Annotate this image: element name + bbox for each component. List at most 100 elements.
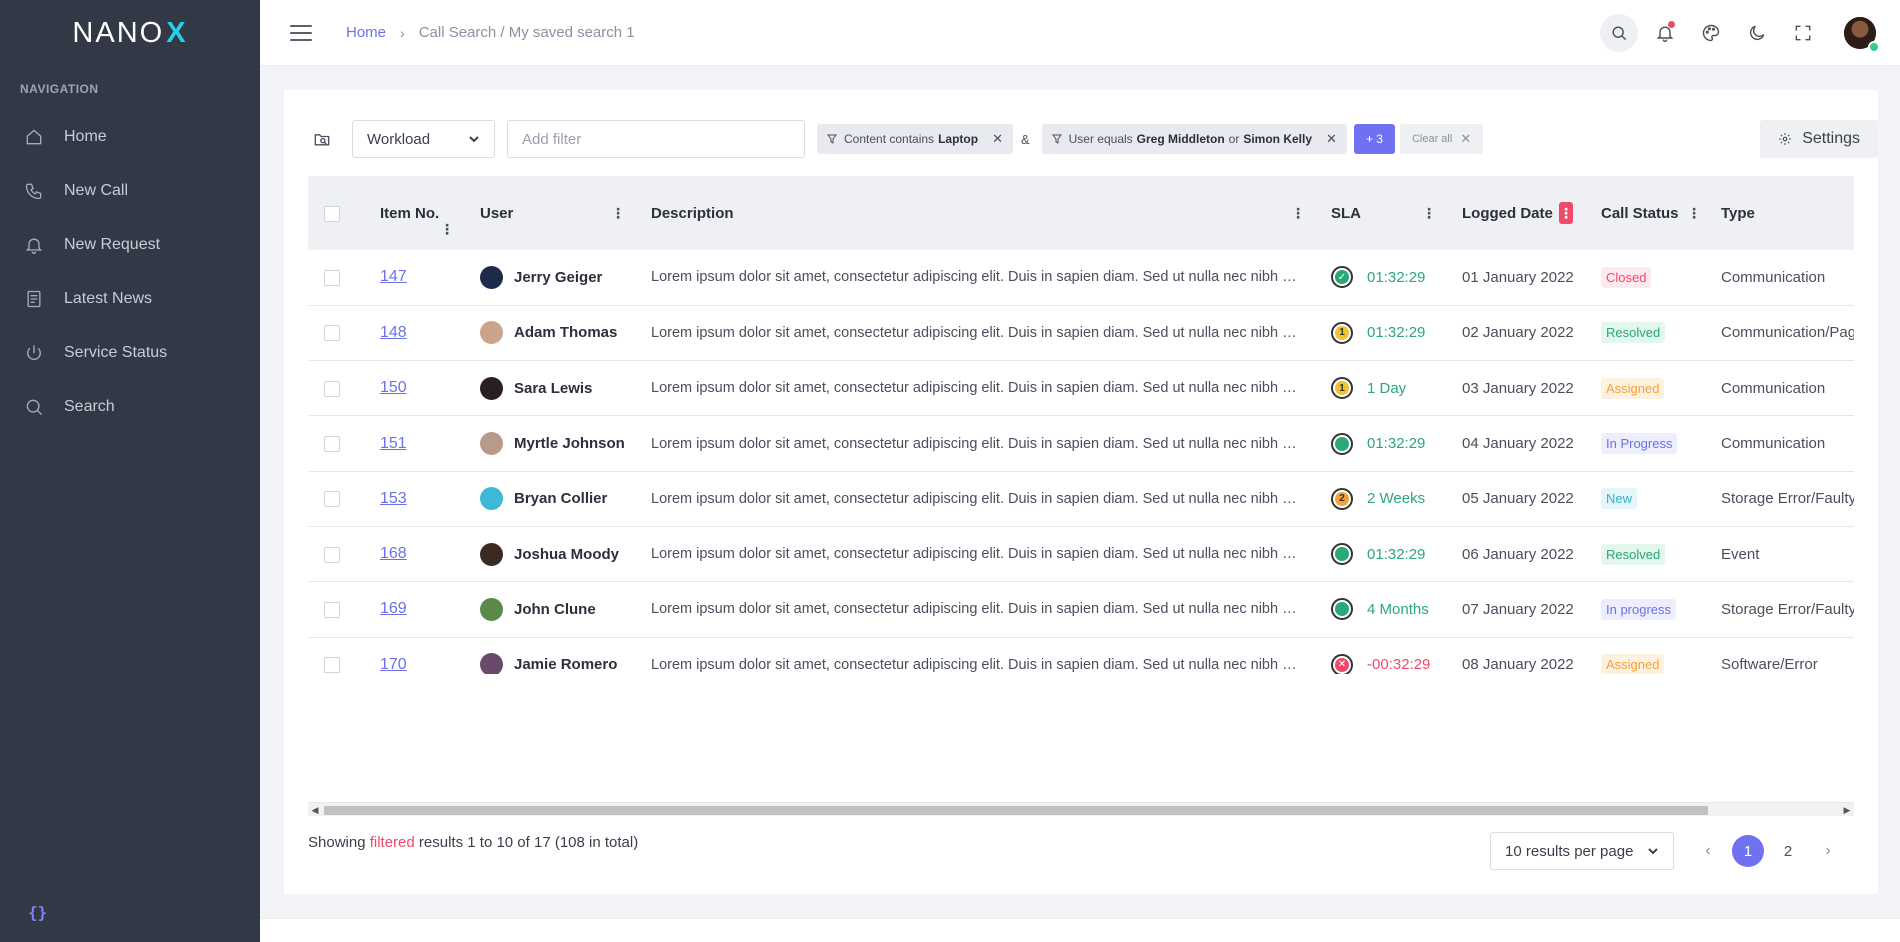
header-description[interactable]: Description ⋮ [639, 176, 1319, 250]
user-avatar[interactable] [1844, 16, 1880, 53]
sla-status-icon [1331, 543, 1353, 566]
header-item-no[interactable]: Item No. ⋮ [368, 176, 468, 250]
row-checkbox[interactable] [324, 491, 340, 508]
horizontal-scrollbar[interactable]: ◀ ▶ [308, 802, 1854, 816]
filter-chip-content[interactable]: Content contains Laptop ✕ [817, 124, 1013, 154]
table-row[interactable]: 168 Joshua Moody Lorem ipsum dolor sit a… [308, 526, 1854, 583]
menu-toggle-icon[interactable] [290, 24, 312, 41]
row-checkbox[interactable] [324, 546, 340, 563]
call-status-cell: Closed [1589, 250, 1709, 306]
sidebar-item-service-status[interactable]: Service Status [0, 326, 260, 380]
sidebar-item-new-request[interactable]: New Request [0, 218, 260, 272]
sidebar-item-new-call[interactable]: New Call [0, 164, 260, 218]
select-all-checkbox[interactable] [324, 205, 340, 222]
logged-date-cell: 04 January 2022 [1450, 415, 1589, 472]
row-select-cell [308, 471, 368, 527]
call-search-card: Workload Content containsLaptop ✕ & User… [284, 90, 1878, 894]
row-checkbox[interactable] [324, 436, 340, 453]
item-number-link[interactable]: 148 [380, 324, 407, 341]
logged-date-cell: 02 January 2022 [1450, 305, 1589, 362]
sidebar-item-label: New Request [64, 236, 161, 253]
page-1-button[interactable]: 1 [1732, 835, 1764, 867]
remove-filter-icon[interactable]: ✕ [992, 131, 1003, 147]
sidebar-item-latest-news[interactable]: Latest News [0, 272, 260, 326]
sla-status-icon: 1 [1331, 377, 1353, 400]
sla-cell: 1 1 Day [1319, 360, 1450, 417]
item-number-link[interactable]: 150 [380, 379, 407, 396]
header-user[interactable]: User ⋮ [468, 176, 639, 250]
fullscreen-icon[interactable] [1784, 14, 1822, 52]
scroll-left-icon[interactable]: ◀ [308, 803, 322, 817]
more-filters-button[interactable]: + 3 [1353, 124, 1395, 154]
dark-mode-moon-icon[interactable] [1738, 14, 1776, 52]
item-number-link[interactable]: 168 [380, 545, 407, 562]
sla-value: -00:32:29 [1367, 656, 1431, 674]
type-cell: Communication [1709, 415, 1854, 472]
scroll-right-icon[interactable]: ▶ [1840, 803, 1854, 817]
item-number-link[interactable]: 170 [380, 656, 407, 673]
user-name: Adam Thomas [514, 324, 618, 342]
user-name: Sara Lewis [514, 379, 593, 397]
code-icon[interactable]: {} [28, 903, 47, 922]
item-number-link[interactable]: 147 [380, 268, 407, 285]
workload-select[interactable]: Workload [352, 120, 495, 158]
user-name: Myrtle Johnson [514, 435, 625, 453]
column-menu-icon[interactable]: ⋮ [1291, 206, 1305, 220]
page-2-button[interactable]: 2 [1772, 835, 1804, 867]
status-badge: Closed [1601, 266, 1652, 288]
column-menu-icon-active[interactable]: ⋮ [1559, 202, 1573, 224]
add-filter-input[interactable] [507, 120, 805, 158]
search-icon[interactable] [1600, 13, 1638, 52]
sidebar-item-home[interactable]: Home [0, 110, 260, 164]
logged-date-cell: 07 January 2022 [1450, 581, 1589, 638]
row-checkbox[interactable] [324, 380, 340, 397]
item-number-link[interactable]: 169 [380, 600, 407, 617]
header-sla[interactable]: SLA ⋮ [1319, 176, 1450, 250]
column-menu-icon[interactable]: ⋮ [611, 206, 625, 220]
filter-chip-user[interactable]: User equals Greg Middleton or Simon Kelly ✕ [1041, 124, 1347, 154]
table-row[interactable]: 153 Bryan Collier Lorem ipsum dolor sit … [308, 471, 1854, 527]
table-row[interactable]: 151 Myrtle Johnson Lorem ipsum dolor sit… [308, 415, 1854, 472]
sidebar-item-search[interactable]: Search [0, 380, 260, 434]
settings-button[interactable]: Settings [1760, 120, 1878, 158]
description-text: Lorem ipsum dolor sit amet, consectetur … [651, 269, 1301, 286]
item-no-cell: 168 [368, 526, 468, 583]
page-footer [260, 918, 1900, 942]
sidebar: NANO X NAVIGATION Home New Call New Reque… [0, 0, 260, 942]
scrollbar-thumb[interactable] [324, 806, 1708, 815]
row-select-cell [308, 305, 368, 362]
results-per-page-select[interactable]: 10 results per page [1490, 832, 1674, 870]
item-number-link[interactable]: 153 [380, 490, 407, 507]
table-row[interactable]: 147 Jerry Geiger Lorem ipsum dolor sit a… [308, 250, 1854, 306]
palette-icon[interactable] [1692, 14, 1730, 52]
column-menu-icon[interactable]: ⋮ [1422, 206, 1436, 220]
row-checkbox[interactable] [324, 601, 340, 618]
prev-page-button[interactable]: ‹ [1692, 835, 1724, 867]
row-checkbox[interactable] [324, 657, 340, 674]
chevron-down-icon [469, 136, 479, 143]
breadcrumb-home-link[interactable]: Home [346, 24, 386, 41]
chip-value: Simon Kelly [1243, 132, 1313, 146]
header-call-status[interactable]: Call Status ⋮ [1589, 176, 1709, 250]
header-logged-date[interactable]: Logged Date ⋮ [1450, 176, 1589, 250]
notification-bell-icon[interactable] [1646, 14, 1684, 52]
table-row[interactable]: 170 Jamie Romero Lorem ipsum dolor sit a… [308, 637, 1854, 674]
remove-filter-icon[interactable]: ✕ [1326, 131, 1337, 147]
column-menu-icon[interactable]: ⋮ [440, 222, 454, 236]
table-row[interactable]: 150 Sara Lewis Lorem ipsum dolor sit ame… [308, 360, 1854, 417]
sidebar-item-label: Latest News [64, 290, 153, 307]
table-row[interactable]: 169 John Clune Lorem ipsum dolor sit ame… [308, 581, 1854, 638]
filtered-link[interactable]: filtered [370, 834, 415, 851]
description-text: Lorem ipsum dolor sit amet, consectetur … [651, 324, 1301, 341]
item-number-link[interactable]: 151 [380, 435, 407, 452]
column-menu-icon[interactable]: ⋮ [1687, 206, 1701, 220]
saved-search-icon[interactable] [312, 129, 332, 149]
header-type[interactable]: Type [1709, 176, 1854, 250]
online-status-dot [1868, 40, 1880, 53]
clear-all-button[interactable]: Clear all ✕ [1399, 124, 1484, 154]
next-page-button[interactable]: › [1812, 835, 1844, 867]
row-checkbox[interactable] [324, 325, 340, 342]
table-row[interactable]: 148 Adam Thomas Lorem ipsum dolor sit am… [308, 305, 1854, 362]
app-logo[interactable]: NANO X [0, 0, 260, 66]
row-checkbox[interactable] [324, 269, 340, 286]
